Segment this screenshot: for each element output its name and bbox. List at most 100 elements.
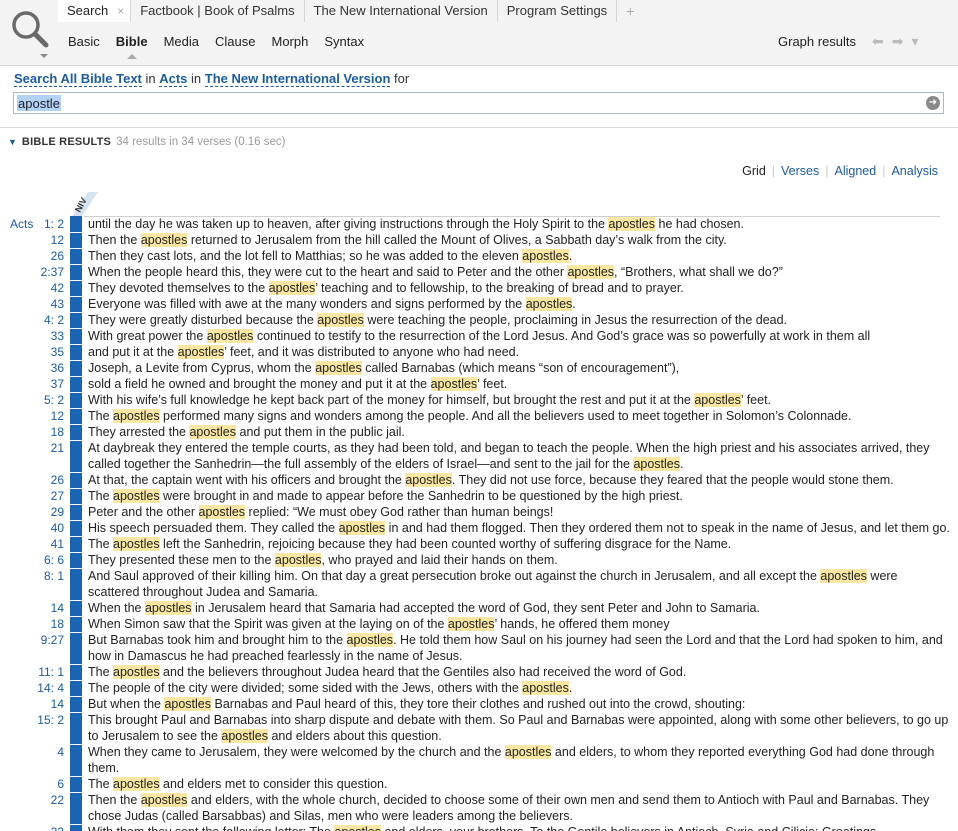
result-hit-bar[interactable] (70, 744, 82, 776)
table-row[interactable]: 33 With great power the apostles continue… (0, 328, 958, 344)
verse-number[interactable]: 8: 1 (44, 569, 64, 583)
search-hit-highlight[interactable]: apostles (113, 489, 160, 503)
verse-reference[interactable]: 29 (0, 504, 66, 520)
subtab-basic[interactable]: Basic (68, 34, 100, 49)
table-row[interactable]: 37 sold a field he owned and brought the … (0, 376, 958, 392)
table-row[interactable]: 26 At that, the captain went with his off… (0, 472, 958, 488)
verse-number[interactable]: 22 (51, 793, 64, 807)
verse-reference[interactable]: 18 (0, 424, 66, 440)
verse-reference[interactable]: 4: 2 (0, 312, 66, 328)
table-row[interactable]: 21 At daybreak they entered the temple co… (0, 440, 958, 472)
result-hit-bar[interactable] (70, 712, 82, 744)
view-analysis[interactable]: Analysis (885, 164, 944, 178)
table-row[interactable]: 12 The apostles performed many signs and … (0, 408, 958, 424)
result-hit-bar[interactable] (70, 296, 82, 312)
tab-search[interactable]: Search × (58, 0, 132, 22)
back-arrow-icon[interactable]: ⬅ (872, 33, 884, 50)
verse-number[interactable]: 43 (51, 297, 64, 311)
verse-reference[interactable]: Acts 1: 2 (0, 216, 66, 232)
verse-reference[interactable]: 37 (0, 376, 66, 392)
verse-reference[interactable]: 14 (0, 696, 66, 712)
result-hit-bar[interactable] (70, 600, 82, 616)
verse-reference[interactable]: 14: 4 (0, 680, 66, 696)
search-hit-highlight[interactable]: apostles (198, 505, 246, 519)
chevron-down-icon[interactable]: ▾ (911, 33, 918, 50)
table-row[interactable]: 18 They arrested the apostles and put the… (0, 424, 958, 440)
verse-number[interactable]: 37 (51, 377, 64, 391)
verse-reference[interactable]: 12 (0, 408, 66, 424)
subtab-media[interactable]: Media (164, 34, 199, 49)
search-hit-highlight[interactable]: apostles (346, 633, 394, 647)
collapse-triangle-icon[interactable]: ▼ (8, 137, 17, 147)
table-row[interactable]: 35 and put it at the apostles’ feet, and … (0, 344, 958, 360)
verse-number[interactable]: 23 (51, 825, 64, 831)
verse-number[interactable]: 21 (51, 441, 64, 455)
verse-reference[interactable]: 21 (0, 440, 66, 456)
verse-number[interactable]: 14 (51, 601, 64, 615)
scope-link[interactable]: Search All Bible Text (14, 71, 142, 87)
result-hit-bar[interactable] (70, 680, 82, 696)
verse-number[interactable]: 40 (51, 521, 64, 535)
verse-number[interactable]: 33 (51, 329, 64, 343)
search-magnifier-icon[interactable] (8, 8, 52, 58)
table-row[interactable]: Acts 1: 2 until the day he was taken up to… (0, 216, 958, 232)
view-grid[interactable]: Grid (736, 164, 772, 178)
verse-number[interactable]: 18 (51, 617, 64, 631)
search-hit-highlight[interactable]: apostles (405, 473, 452, 487)
close-icon[interactable]: × (117, 0, 124, 22)
table-row[interactable]: 14: 4 The people of the city were divided… (0, 680, 958, 696)
verse-reference[interactable]: 12 (0, 232, 66, 248)
result-hit-bar[interactable] (70, 248, 82, 264)
verse-number[interactable]: 27 (51, 489, 64, 503)
verse-number[interactable]: 4: 2 (44, 313, 64, 327)
verse-reference[interactable]: 26 (0, 248, 66, 264)
search-hit-highlight[interactable]: apostles (113, 537, 160, 551)
verse-reference[interactable]: 26 (0, 472, 66, 488)
table-row[interactable]: 36 Joseph, a Levite from Cyprus, whom the… (0, 360, 958, 376)
verse-number[interactable]: 41 (51, 537, 64, 551)
search-hit-highlight[interactable]: apostles (113, 409, 160, 423)
table-row[interactable]: 27 The apostles were brought in and made … (0, 488, 958, 504)
verse-number[interactable]: 36 (51, 361, 64, 375)
subtab-bible[interactable]: Bible (116, 34, 148, 59)
verse-reference[interactable]: 15: 2 (0, 712, 66, 728)
verse-number[interactable]: 5: 2 (44, 393, 64, 407)
verse-reference[interactable]: 23 (0, 824, 66, 831)
search-hit-highlight[interactable]: apostles (633, 457, 681, 471)
verse-number[interactable]: 1: 2 (44, 217, 64, 231)
search-input[interactable] (14, 93, 914, 113)
tab-program-settings[interactable]: Program Settings (498, 0, 618, 22)
subtab-clause[interactable]: Clause (215, 34, 255, 49)
verse-number[interactable]: 18 (51, 425, 64, 439)
search-hit-highlight[interactable]: apostles (522, 681, 569, 695)
table-row[interactable]: 14 But when the apostles Barnabas and Pau… (0, 696, 958, 712)
verse-number[interactable]: 42 (51, 281, 64, 295)
verse-reference[interactable]: 22 (0, 792, 66, 808)
verse-reference[interactable]: 11: 1 (0, 664, 66, 680)
verse-reference[interactable]: 42 (0, 280, 66, 296)
verse-reference[interactable]: 14 (0, 600, 66, 616)
verse-reference[interactable]: 40 (0, 520, 66, 536)
result-hit-bar[interactable] (70, 376, 82, 392)
search-hit-highlight[interactable]: apostles (268, 281, 316, 295)
search-hit-highlight[interactable]: apostles (338, 521, 386, 535)
verse-reference[interactable]: 9:27 (0, 632, 66, 648)
tab-niv[interactable]: The New International Version (305, 0, 498, 22)
result-hit-bar[interactable] (70, 360, 82, 376)
result-hit-bar[interactable] (70, 568, 82, 600)
search-hit-highlight[interactable]: apostles (820, 569, 867, 583)
subtab-syntax[interactable]: Syntax (324, 34, 364, 49)
table-row[interactable]: 40 His speech persuaded them. They called… (0, 520, 958, 536)
result-hit-bar[interactable] (70, 440, 82, 472)
table-row[interactable]: 11: 1 The apostles and the believers thro… (0, 664, 958, 680)
result-hit-bar[interactable] (70, 280, 82, 296)
table-row[interactable]: 22 Then the apostles and elders, with the… (0, 792, 958, 824)
table-row[interactable]: 8: 1 And Saul approved of their killing h… (0, 568, 958, 600)
search-hit-highlight[interactable]: apostles (430, 377, 478, 391)
result-hit-bar[interactable] (70, 312, 82, 328)
result-hit-bar[interactable] (70, 424, 82, 440)
table-row[interactable]: 26 Then they cast lots, and the lot fell … (0, 248, 958, 264)
table-row[interactable]: 4: 2 They were greatly disturbed because … (0, 312, 958, 328)
result-hit-bar[interactable] (70, 552, 82, 568)
verse-reference[interactable]: 41 (0, 536, 66, 552)
